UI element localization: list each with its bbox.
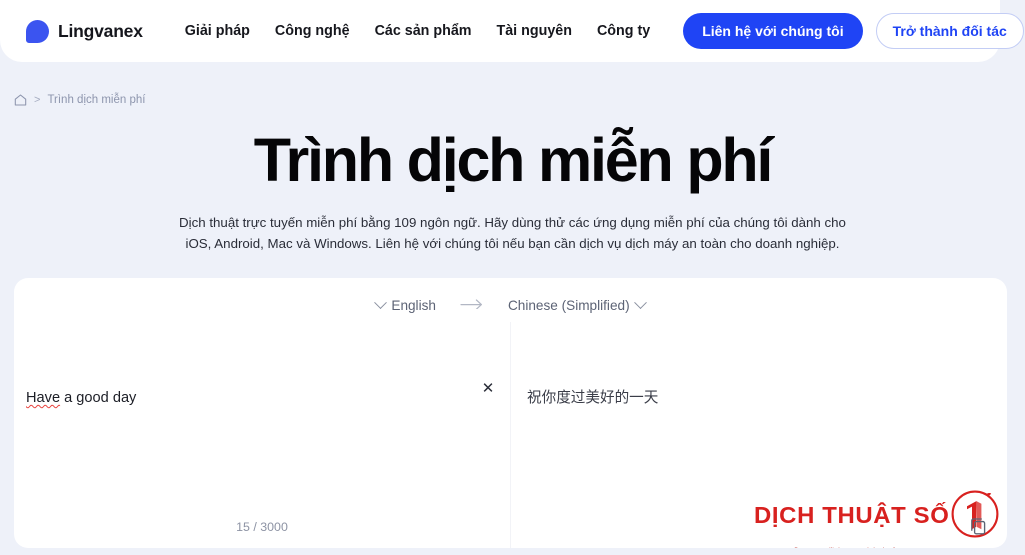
nav-item-resources[interactable]: Tài nguyên — [497, 23, 572, 39]
nav-item-technology[interactable]: Công nghệ — [275, 23, 350, 39]
source-pane: Have a good day ✕ 15 / 3000 — [14, 322, 510, 548]
translator-card: English Chinese (Simplified) Have a good… — [14, 278, 1007, 548]
brand-name: Lingvanex — [58, 20, 143, 41]
breadcrumb-current[interactable]: Trình dịch miễn phí — [47, 94, 145, 106]
target-language-select[interactable]: Chinese (Simplified) — [507, 295, 647, 313]
site-header: Lingvanex Giải pháp Công nghệ Các sản ph… — [0, 0, 1025, 62]
contact-us-button[interactable]: Liên hệ với chúng tôi — [683, 13, 863, 49]
target-language-label: Chinese (Simplified) — [507, 297, 630, 313]
watermark-title: DỊCH THUẬT SỐ — [754, 502, 950, 528]
header-bar: Lingvanex Giải pháp Công nghệ Các sản ph… — [0, 0, 1024, 62]
become-partner-button[interactable]: Trở thành đối tác — [875, 13, 1024, 49]
watermark-tagline: Số 1 trong lĩnh vực Dịch thuật — [754, 546, 986, 548]
source-language-label: English — [391, 297, 436, 313]
nav-item-products[interactable]: Các sản phẩm — [375, 23, 472, 39]
breadcrumb: > Trình dịch miễn phí — [14, 94, 145, 106]
brand-logo[interactable]: Lingvanex — [26, 19, 143, 43]
breadcrumb-separator: > — [34, 94, 41, 106]
lingvanex-logo-icon — [26, 19, 49, 43]
chevron-down-icon — [374, 295, 388, 309]
close-icon[interactable]: ✕ — [478, 379, 498, 399]
home-icon[interactable] — [14, 94, 27, 106]
target-pane: 祝你度过美好的一天 DỊCH THUẬT SỐ Số 1 trong lĩnh … — [510, 322, 1006, 548]
source-text-misspelled-word: Have — [26, 390, 61, 406]
language-bar: English Chinese (Simplified) — [14, 278, 1007, 322]
source-text-rest: a good day — [60, 390, 137, 406]
page-description: Dịch thuật trực tuyến miễn phí bằng 109 … — [179, 215, 846, 251]
source-text-input[interactable]: Have a good day — [26, 388, 466, 508]
source-language-select[interactable]: English — [374, 295, 436, 313]
arrow-right-icon[interactable] — [456, 297, 488, 313]
nav-item-solutions[interactable]: Giải pháp — [185, 23, 250, 39]
copy-icon[interactable] — [970, 516, 990, 536]
chevron-down-icon — [633, 295, 647, 309]
header-actions: Liên hệ với chúng tôi Trở thành đối tác … — [683, 13, 1025, 49]
page-title: Trình dịch miễn phí — [253, 126, 774, 194]
character-counter: 15 / 3000 — [236, 520, 288, 534]
translated-text: 祝你度过美好的一天 — [527, 390, 659, 406]
watermark: DỊCH THUẬT SỐ Số 1 trong lĩnh vực Dịch t… — [754, 488, 999, 548]
translator-panes: Have a good day ✕ 15 / 3000 祝你度过美好的一天 DỊ… — [14, 322, 1007, 548]
nav-item-company[interactable]: Công ty — [597, 23, 650, 39]
main-nav: Giải pháp Công nghệ Các sản phẩm Tài ngu… — [185, 23, 650, 39]
